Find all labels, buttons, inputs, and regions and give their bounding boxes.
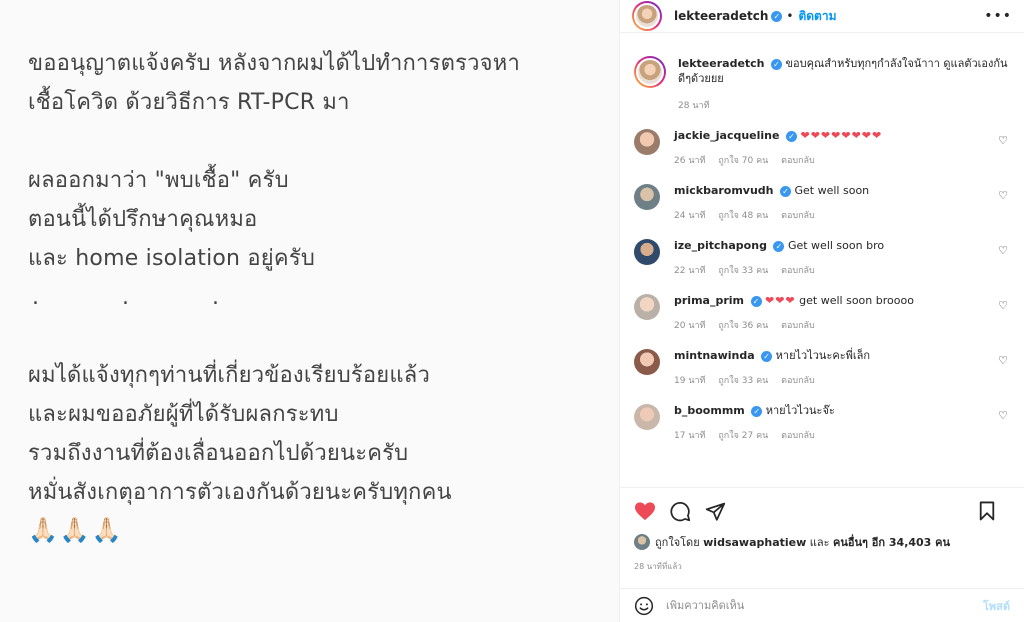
heart-emoji: ❤❤❤ [765, 294, 796, 307]
author-avatar[interactable] [632, 1, 662, 31]
comment-text: หายไวไวนะคะพี่เล็ก [775, 349, 871, 362]
comment-icon[interactable] [670, 501, 691, 522]
liked-by-user[interactable]: widsawaphatiew [703, 536, 806, 549]
post-line: ผลออกมาว่า "พบเชื้อ" ครับ [28, 168, 289, 193]
verified-badge-icon: ✓ [761, 350, 773, 362]
share-send-icon[interactable] [705, 501, 726, 522]
comment-likes[interactable]: ถูกใจ 48 คน [718, 211, 768, 221]
reply-button[interactable]: ตอบกลับ [781, 266, 815, 276]
caption-avatar[interactable] [634, 56, 666, 88]
comment-text: หายไวไวนะจ๊ะ [765, 404, 835, 417]
comment-like-heart-icon[interactable]: ♡ [998, 409, 1008, 422]
post-line: ขออนุญาตแจ้งครับ หลังจากผมได้ไปทำการตรวจ… [28, 51, 521, 76]
verified-badge-icon: ✓ [780, 185, 792, 197]
comment-like-heart-icon[interactable]: ♡ [998, 299, 1008, 312]
comment-time: 17 นาที [674, 431, 706, 441]
pray-emoji: 🙏🏻🙏🏻🙏🏻 [28, 516, 124, 544]
comment-item: prima_prim ✓ ❤❤❤ get well soon broooo 20… [634, 293, 1010, 332]
like-heart-filled-icon[interactable] [634, 501, 656, 521]
commenter-avatar[interactable] [634, 129, 660, 155]
liked-by-and: และ [809, 536, 830, 549]
post-line: หมั่นสังเกตุอาการตัวเองกันด้วยนะครับทุกค… [28, 480, 452, 505]
reply-button[interactable]: ตอบกลับ [781, 376, 815, 386]
comment-item: mickbaromvudh ✓ Get well soon 24 นาที ถู… [634, 183, 1010, 222]
follow-button[interactable]: ติดตาม [798, 7, 836, 26]
author-username[interactable]: lekteeradetch [674, 9, 768, 23]
verified-badge-icon: ✓ [771, 58, 783, 70]
verified-badge-icon: ✓ [773, 240, 785, 252]
commenter-avatar[interactable] [634, 349, 660, 375]
more-horizontal-icon[interactable]: ••• [984, 8, 1012, 24]
comments-list[interactable]: lekteeradetch ✓ ขอบคุณสำหรับทุกๆกำลังใจน… [620, 34, 1024, 486]
liked-by-others[interactable]: คนอื่นๆ อีก 34,403 คน [833, 533, 950, 551]
post-image: ขออนุญาตแจ้งครับ หลังจากผมได้ไปทำการตรวจ… [0, 0, 620, 622]
comment-item: mintnawinda ✓ หายไวไวนะคะพี่เล็ก 19 นาที… [634, 348, 1010, 387]
comment-text: get well soon broooo [799, 294, 914, 307]
comment-time: 19 นาที [674, 376, 706, 386]
post-text: ขออนุญาตแจ้งครับ หลังจากผมได้ไปทำการตรวจ… [28, 44, 608, 548]
reply-button[interactable]: ตอบกลับ [781, 431, 815, 441]
comment-like-heart-icon[interactable]: ♡ [998, 244, 1008, 257]
comment-input[interactable] [666, 599, 983, 612]
verified-badge-icon: ✓ [750, 295, 762, 307]
comment-username[interactable]: prima_prim [674, 294, 744, 307]
post-line: รวมถึงงานที่ต้องเลื่อนออกไปด้วยนะครับ [28, 441, 409, 466]
heart-emoji: ❤❤❤❤❤❤❤❤ [800, 129, 883, 142]
comment-item: jackie_jacqueline ✓ ❤❤❤❤❤❤❤❤ 26 นาที ถูก… [634, 128, 1010, 167]
commenter-avatar[interactable] [634, 239, 660, 265]
verified-badge-icon: ✓ [751, 405, 763, 417]
reply-button[interactable]: ตอบกลับ [781, 321, 815, 331]
comment-time: 26 นาที [674, 156, 706, 166]
post-sidebar: lekteeradetch ✓ • ติดตาม ••• lekteeradet… [620, 0, 1024, 622]
caption-time: 28 นาที [678, 101, 710, 111]
post-line: ตอนนี้ได้ปรึกษาคุณหมอ [28, 207, 258, 232]
comment-time: 24 นาที [674, 211, 706, 221]
commenter-avatar[interactable] [634, 184, 660, 210]
verified-badge-icon: ✓ [785, 130, 797, 142]
emoji-icon[interactable] [634, 596, 654, 616]
post-line: และ home isolation อยู่ครับ [28, 246, 315, 271]
caption-username[interactable]: lekteeradetch [678, 57, 765, 70]
comment-username[interactable]: b_boommm [674, 404, 745, 417]
comment-text: Get well soon [794, 184, 870, 197]
comment-likes[interactable]: ถูกใจ 33 คน [718, 376, 768, 386]
bookmark-icon[interactable] [978, 501, 996, 521]
liked-by: ถูกใจโดย widsawaphatiew และ คนอื่นๆ อีก … [634, 533, 1010, 551]
post-header: lekteeradetch ✓ • ติดตาม ••• [620, 0, 1024, 33]
comment-likes[interactable]: ถูกใจ 33 คน [718, 266, 768, 276]
commenter-avatar[interactable] [634, 294, 660, 320]
post-line: เชื้อโควิด ด้วยวิธีการ RT-PCR มา [28, 90, 350, 115]
post-timestamp[interactable]: 28 นาทีที่แล้ว [634, 560, 1010, 573]
liked-by-prefix: ถูกใจโดย [655, 536, 700, 549]
comment-likes[interactable]: ถูกใจ 36 คน [718, 321, 768, 331]
comment-time: 20 นาที [674, 321, 706, 331]
caption: lekteeradetch ✓ ขอบคุณสำหรับทุกๆกำลังใจน… [634, 34, 1010, 112]
comment-likes[interactable]: ถูกใจ 27 คน [718, 431, 768, 441]
comment-like-heart-icon[interactable]: ♡ [998, 189, 1008, 202]
comment-like-heart-icon[interactable]: ♡ [998, 354, 1008, 367]
post-dots: . . . [32, 285, 257, 310]
comment-username[interactable]: jackie_jacqueline [674, 129, 779, 142]
post-line: ผมได้แจ้งทุกๆท่านที่เกี่ยวข้องเรียบร้อยแ… [28, 363, 430, 388]
post-actions: ถูกใจโดย widsawaphatiew และ คนอื่นๆ อีก … [620, 487, 1024, 573]
commenter-avatar[interactable] [634, 404, 660, 430]
liker-avatar[interactable] [634, 534, 650, 550]
comment-item: ize_pitchapong ✓ Get well soon bro 22 นา… [634, 238, 1010, 277]
comment-like-heart-icon[interactable]: ♡ [998, 134, 1008, 147]
post-line: และผมขออภัยผู้ที่ได้รับผลกระทบ [28, 402, 339, 427]
comment-likes[interactable]: ถูกใจ 70 คน [718, 156, 768, 166]
post-comment-button[interactable]: โพสต์ [983, 597, 1010, 615]
reply-button[interactable]: ตอบกลับ [781, 211, 815, 221]
comment-time: 22 นาที [674, 266, 706, 276]
comment-username[interactable]: ize_pitchapong [674, 239, 767, 252]
comment-text: Get well soon bro [787, 239, 885, 252]
add-comment-bar: โพสต์ [620, 588, 1024, 622]
comment-item: b_boommm ✓ หายไวไวนะจ๊ะ 17 นาที ถูกใจ 27… [634, 403, 1010, 442]
comment-username[interactable]: mickbaromvudh [674, 184, 774, 197]
reply-button[interactable]: ตอบกลับ [781, 156, 815, 166]
comment-username[interactable]: mintnawinda [674, 349, 755, 362]
verified-badge-icon: ✓ [771, 10, 783, 22]
